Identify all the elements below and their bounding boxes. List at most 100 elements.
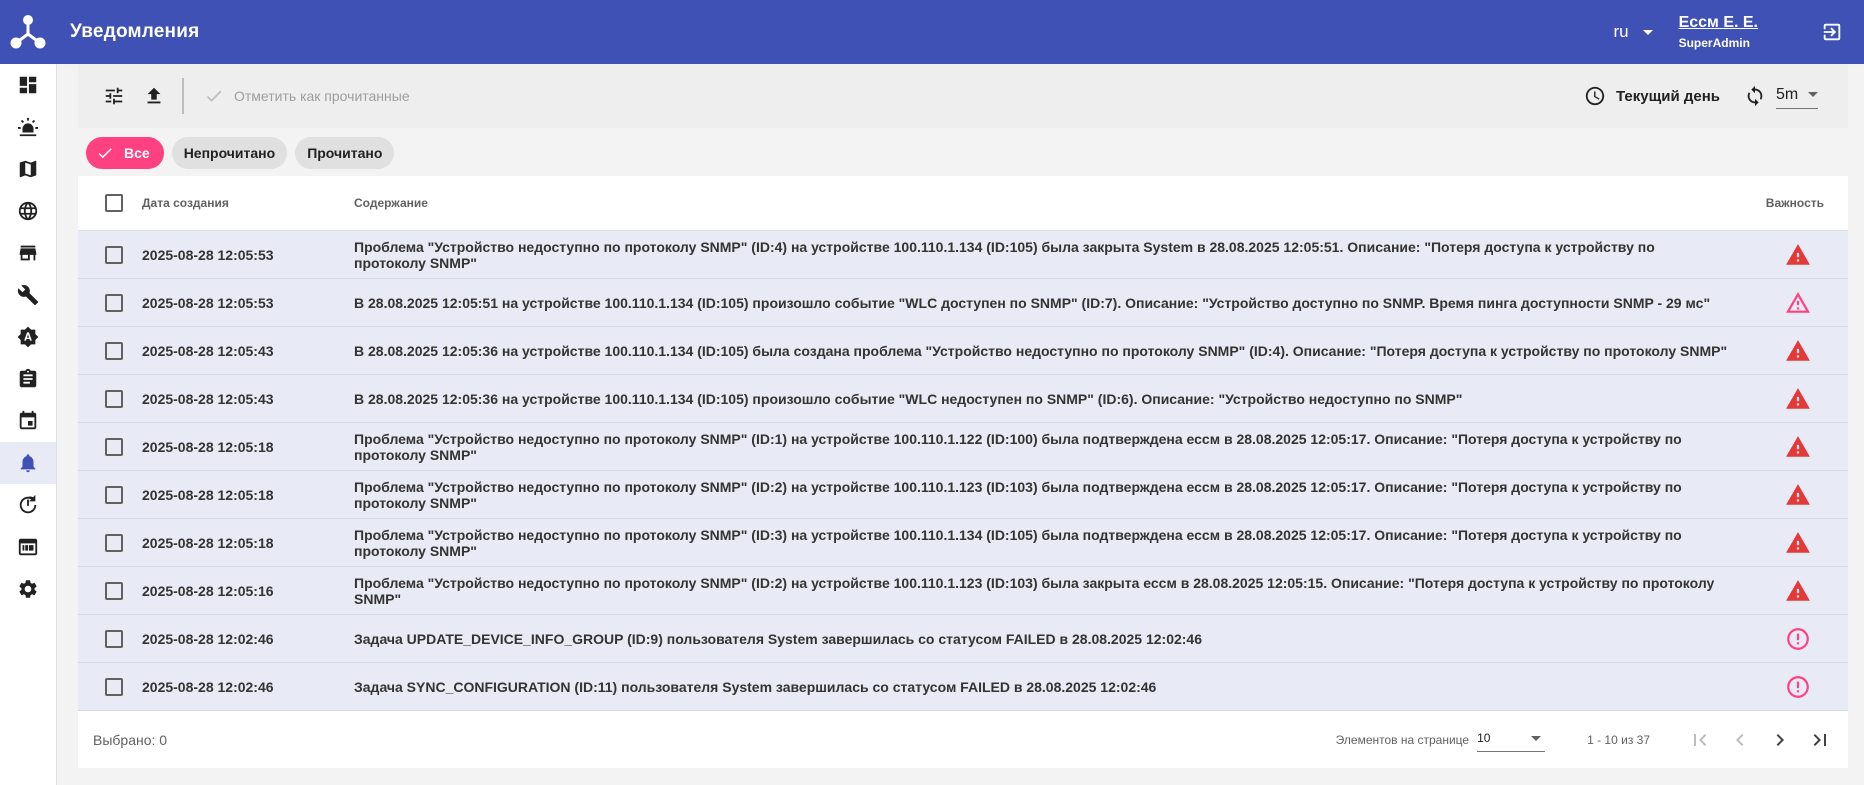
row-date: 2025-08-28 12:05:18: [142, 438, 274, 455]
table-row[interactable]: 2025-08-28 12:05:53 Проблема "Устройство …: [78, 231, 1848, 279]
bell-icon: [20, 454, 36, 473]
row-content: В 28.08.2025 12:05:36 на устройстве 100.…: [354, 342, 1728, 359]
row-content: Проблема "Устройство недоступно по прото…: [354, 574, 1715, 607]
table-row[interactable]: 2025-08-28 12:05:16 Проблема "Устройство …: [78, 567, 1848, 615]
sidebar-item-network[interactable]: [0, 190, 56, 232]
warning-outline-icon: [1786, 291, 1810, 313]
sidebar-item-store[interactable]: [0, 232, 56, 274]
error-outline-icon: [1787, 627, 1809, 650]
language-select[interactable]: ru: [1613, 22, 1653, 42]
row-checkbox[interactable]: [105, 533, 123, 552]
logout-icon: [1823, 23, 1841, 41]
table-row[interactable]: 2025-08-28 12:05:18 Проблема "Устройство …: [78, 471, 1848, 519]
mark-as-read-button[interactable]: Отметить как прочитанные: [204, 86, 410, 106]
column-header-content: Содержание: [354, 196, 428, 210]
sidebar-item-tools[interactable]: [0, 274, 56, 316]
row-checkbox[interactable]: [105, 341, 123, 360]
sidebar-item-settings[interactable]: [0, 568, 56, 610]
clock-icon: [1585, 86, 1605, 106]
sidebar-item-power[interactable]: [0, 484, 56, 526]
refresh-interval-select[interactable]: 5m: [1776, 84, 1819, 109]
alarm-light-icon: [17, 117, 39, 137]
row-checkbox[interactable]: [105, 437, 123, 456]
warning-icon: [1786, 531, 1810, 553]
row-date: 2025-08-28 12:02:46: [142, 678, 274, 695]
table-row[interactable]: 2025-08-28 12:05:43 В 28.08.2025 12:05:36…: [78, 327, 1848, 375]
warning-icon: [1786, 387, 1810, 409]
language-value: ru: [1613, 22, 1629, 41]
row-date: 2025-08-28 12:05:16: [142, 582, 274, 599]
period-selector[interactable]: Текущий день: [1584, 85, 1720, 107]
power-cycle-icon: [19, 494, 37, 514]
warning-icon: [1786, 483, 1810, 505]
chip-read[interactable]: Прочитано: [295, 137, 395, 169]
row-content: Проблема "Устройство недоступно по прото…: [354, 238, 1655, 271]
store-icon: [19, 245, 37, 261]
row-checkbox[interactable]: [105, 677, 123, 696]
select-all-checkbox[interactable]: [105, 194, 123, 212]
row-content: Проблема "Устройство недоступно по прото…: [354, 478, 1682, 511]
page-size-select[interactable]: 10: [1477, 727, 1546, 752]
row-checkbox[interactable]: [105, 629, 123, 648]
table-row[interactable]: 2025-08-28 12:05:18 Проблема "Устройство …: [78, 423, 1848, 471]
table-row[interactable]: 2025-08-28 12:05:43 В 28.08.2025 12:05:36…: [78, 375, 1848, 423]
user-name-link[interactable]: Ессм Е. Е.: [1679, 14, 1758, 32]
column-header-severity[interactable]: Важность: [1748, 196, 1848, 210]
chip-all[interactable]: Все: [86, 137, 164, 169]
table-row[interactable]: 2025-08-28 12:02:46 Задача UPDATE_DEVICE_…: [78, 615, 1848, 663]
chip-label: Прочитано: [307, 145, 383, 161]
table-row[interactable]: 2025-08-28 12:05:18 Проблема "Устройство …: [78, 519, 1848, 567]
row-checkbox[interactable]: [105, 245, 123, 264]
table-body: 2025-08-28 12:05:53 Проблема "Устройство …: [78, 231, 1848, 711]
row-date: 2025-08-28 12:05:53: [142, 294, 274, 311]
sidebar-item-tasks[interactable]: [0, 358, 56, 400]
warning-icon: [1786, 243, 1810, 265]
next-page-button[interactable]: [1760, 720, 1800, 760]
sidebar-item-automation[interactable]: [0, 316, 56, 358]
log-icon: [18, 538, 38, 556]
row-content: В 28.08.2025 12:05:51 на устройстве 100.…: [354, 294, 1711, 311]
row-content: В 28.08.2025 12:05:36 на устройстве 100.…: [354, 390, 1463, 407]
row-checkbox[interactable]: [105, 389, 123, 408]
logout-button[interactable]: [1804, 0, 1860, 64]
row-checkbox[interactable]: [105, 293, 123, 312]
sync-icon[interactable]: [1744, 85, 1766, 107]
chevron-left-icon: [1736, 733, 1744, 746]
page-title: Уведомления: [70, 21, 200, 42]
table-row[interactable]: 2025-08-28 12:02:46 Задача SYNC_CONFIGURA…: [78, 663, 1848, 711]
row-checkbox[interactable]: [105, 485, 123, 504]
upload-icon: [147, 87, 161, 104]
chip-label: Непрочитано: [183, 145, 276, 161]
column-header-date[interactable]: Дата создания: [142, 196, 354, 210]
row-checkbox[interactable]: [105, 581, 123, 600]
export-button[interactable]: [134, 76, 174, 116]
sidebar-item-logs[interactable]: [0, 526, 56, 568]
user-menu[interactable]: Ессм Е. Е. SuperAdmin: [1679, 14, 1758, 50]
notifications-table: Дата создания Содержание Важность 2025-0…: [78, 176, 1848, 768]
chip-unread[interactable]: Непрочитано: [171, 137, 288, 169]
row-severity: [1748, 578, 1848, 604]
sidebar-item-alarms[interactable]: [0, 106, 56, 148]
row-severity: [1748, 674, 1848, 700]
page-range: 1 - 10 из 37: [1587, 732, 1650, 747]
dashboard-icon: [19, 76, 37, 94]
clipboard-icon: [19, 368, 37, 388]
table-header: Дата создания Содержание Важность: [78, 176, 1848, 231]
sidebar-item-schedule[interactable]: [0, 400, 56, 442]
sidebar-item-dashboard[interactable]: [0, 64, 56, 106]
refresh-interval-value: 5m: [1776, 85, 1799, 103]
app-logo-icon[interactable]: [0, 0, 56, 64]
paginator: Элементов на странице 10 1 - 10 из 37: [1336, 720, 1848, 760]
sidebar-item-notifications[interactable]: [0, 442, 56, 484]
row-content: Задача SYNC_CONFIGURATION (ID:11) пользо…: [354, 678, 1157, 695]
table-row[interactable]: 2025-08-28 12:05:53 В 28.08.2025 12:05:51…: [78, 279, 1848, 327]
sidebar: [0, 64, 57, 785]
toolbar: Отметить как прочитанные Текущий день 5m: [78, 64, 1848, 128]
filter-settings-button[interactable]: [94, 76, 134, 116]
first-page-button[interactable]: [1680, 720, 1720, 760]
row-severity: [1748, 242, 1848, 268]
sidebar-item-map[interactable]: [0, 148, 56, 190]
last-page-button[interactable]: [1800, 720, 1840, 760]
previous-page-button[interactable]: [1720, 720, 1760, 760]
row-date: 2025-08-28 12:05:18: [142, 534, 274, 551]
